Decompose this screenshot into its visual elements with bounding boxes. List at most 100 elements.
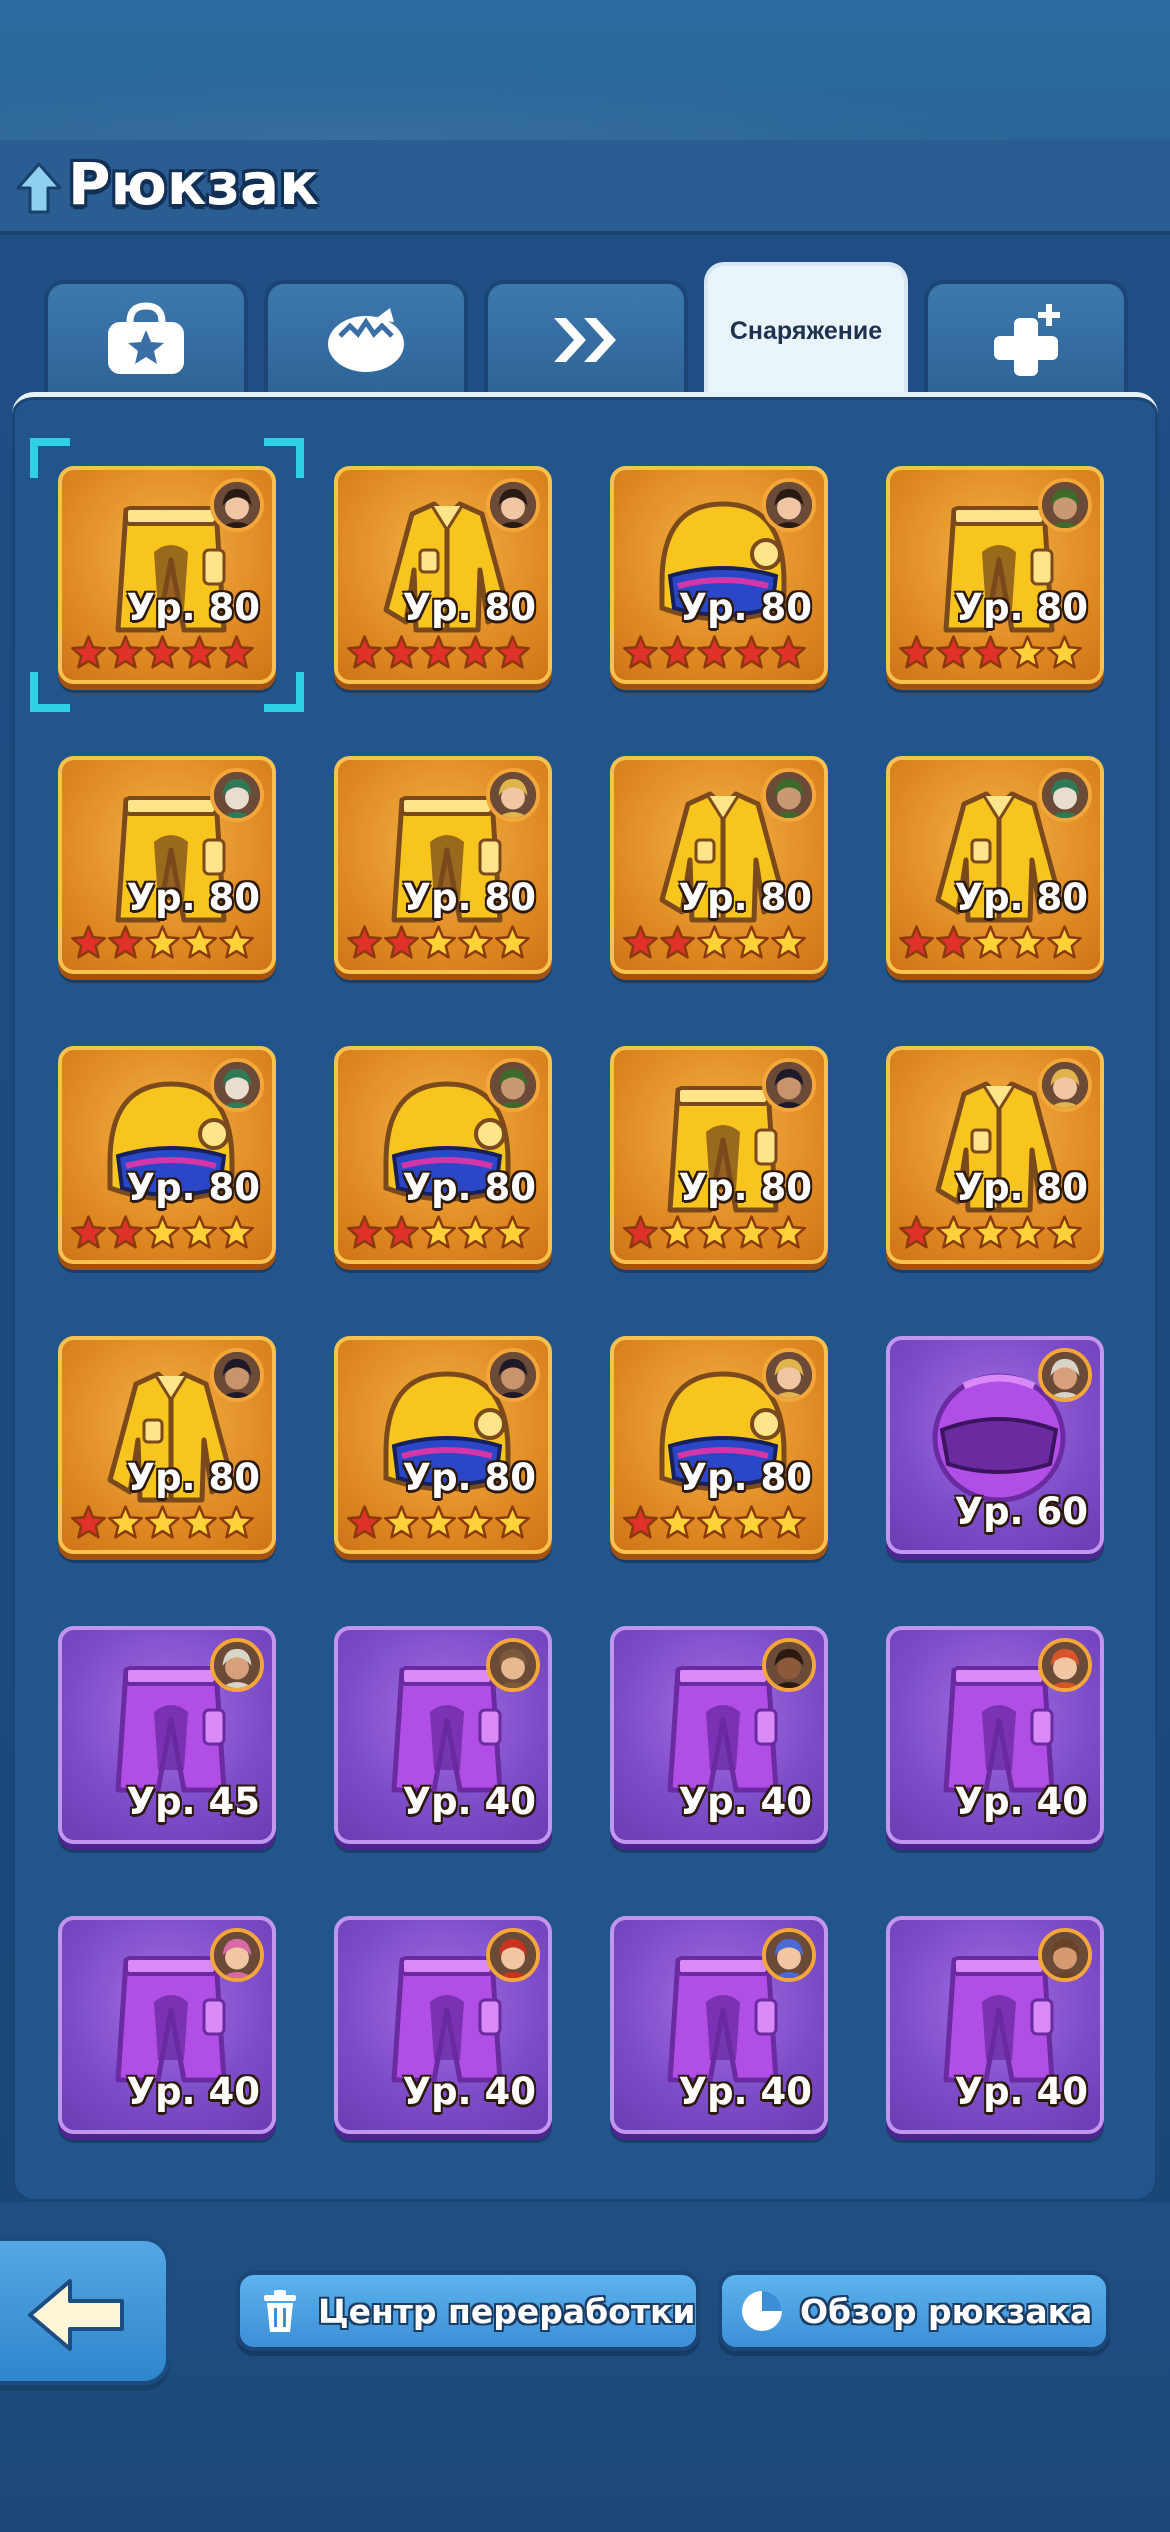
item-level: Ур. 80: [954, 876, 1088, 919]
item-level: Ур. 80: [678, 1456, 812, 1499]
item-card[interactable]: Ур. 40: [334, 1626, 552, 1844]
item-level: Ур. 80: [126, 876, 260, 919]
item-card[interactable]: Ур. 80: [610, 1046, 828, 1264]
item-card[interactable]: Ур. 80: [58, 756, 276, 974]
hero-avatar-icon: [1038, 478, 1092, 532]
red-star-icon: [899, 1215, 934, 1249]
gold-star-icon: [1047, 635, 1082, 669]
item-card[interactable]: Ур. 40: [886, 1626, 1104, 1844]
gold-star-icon: [421, 925, 456, 959]
star-rating: [346, 924, 531, 962]
red-star-icon: [108, 925, 143, 959]
gold-star-icon: [697, 925, 732, 959]
red-star-icon: [734, 635, 769, 669]
item-level: Ур. 80: [126, 1166, 260, 1209]
item-card[interactable]: Ур. 80: [610, 466, 828, 684]
item-card[interactable]: Ур. 80: [334, 756, 552, 974]
tab-eggs[interactable]: [264, 280, 468, 395]
item-card[interactable]: Ур. 80: [334, 1046, 552, 1264]
star-rating: [346, 634, 531, 672]
item-card[interactable]: Ур. 80: [58, 466, 276, 684]
hero-avatar-icon: [210, 1058, 264, 1112]
gold-star-icon: [771, 1505, 806, 1539]
item-card[interactable]: Ур. 80: [610, 756, 828, 974]
recycle-center-button[interactable]: Центр переработки: [236, 2271, 700, 2351]
red-star-icon: [347, 1505, 382, 1539]
red-star-icon: [108, 635, 143, 669]
gold-star-icon: [1010, 1215, 1045, 1249]
item-card[interactable]: Ур. 80: [58, 1046, 276, 1264]
gold-star-icon: [219, 1505, 254, 1539]
star-rating: [70, 1214, 255, 1252]
item-card[interactable]: Ур. 80: [58, 1336, 276, 1554]
gold-star-icon: [219, 925, 254, 959]
gold-star-icon: [495, 1215, 530, 1249]
item-level: Ур. 80: [126, 586, 260, 629]
backpack-overview-button[interactable]: Обзор рюкзака: [718, 2271, 1110, 2351]
tab-gear[interactable]: Снаряжение: [704, 262, 908, 397]
item-card[interactable]: Ур. 80: [886, 466, 1104, 684]
star-rating: [70, 1504, 255, 1542]
hero-avatar-icon: [762, 1638, 816, 1692]
hero-avatar-icon: [486, 768, 540, 822]
trash-icon: [264, 2290, 296, 2332]
tab-boost[interactable]: [484, 280, 688, 395]
red-star-icon: [145, 635, 180, 669]
item-card[interactable]: Ур. 80: [334, 1336, 552, 1554]
hero-avatar-icon: [486, 1058, 540, 1112]
red-star-icon: [623, 1505, 658, 1539]
red-star-icon: [495, 635, 530, 669]
hero-avatar-icon: [486, 1638, 540, 1692]
tab-extra[interactable]: [924, 280, 1128, 395]
star-rating: [346, 1214, 531, 1252]
hero-avatar-icon: [210, 768, 264, 822]
red-star-icon: [108, 1215, 143, 1249]
red-star-icon: [660, 635, 695, 669]
red-star-icon: [347, 1215, 382, 1249]
gold-star-icon: [734, 925, 769, 959]
red-star-icon: [384, 635, 419, 669]
red-star-icon: [384, 1215, 419, 1249]
recycle-center-label: Центр переработки: [318, 2291, 696, 2331]
item-card[interactable]: Ур. 80: [610, 1336, 828, 1554]
item-card[interactable]: Ур. 45: [58, 1626, 276, 1844]
red-star-icon: [347, 925, 382, 959]
gold-star-icon: [145, 925, 180, 959]
gold-star-icon: [973, 1215, 1008, 1249]
star-rating: [622, 1214, 807, 1252]
backpack-overview-label: Обзор рюкзака: [800, 2291, 1093, 2331]
gold-star-icon: [458, 925, 493, 959]
gold-star-icon: [182, 1505, 217, 1539]
star-rating: [70, 924, 255, 962]
gold-star-icon: [936, 1215, 971, 1249]
hero-avatar-icon: [486, 478, 540, 532]
tab-bag[interactable]: [44, 280, 248, 395]
red-star-icon: [71, 1215, 106, 1249]
item-card[interactable]: Ур. 60: [886, 1336, 1104, 1554]
item-level: Ур. 40: [678, 1780, 812, 1823]
back-button[interactable]: [0, 2237, 170, 2385]
item-card[interactable]: Ур. 40: [886, 1916, 1104, 2134]
footer-bar: [0, 2202, 1170, 2532]
item-card[interactable]: Ур. 80: [334, 466, 552, 684]
red-star-icon: [936, 635, 971, 669]
item-card[interactable]: Ур. 40: [610, 1626, 828, 1844]
red-star-icon: [421, 635, 456, 669]
item-level: Ур. 40: [126, 2070, 260, 2113]
pie-chart-icon: [742, 2291, 782, 2331]
item-card[interactable]: Ур. 80: [886, 756, 1104, 974]
star-rating: [898, 924, 1083, 962]
item-card[interactable]: Ур. 40: [334, 1916, 552, 2134]
item-level: Ур. 80: [954, 586, 1088, 629]
item-level: Ур. 80: [678, 876, 812, 919]
red-star-icon: [458, 635, 493, 669]
item-card[interactable]: Ур. 80: [886, 1046, 1104, 1264]
item-card[interactable]: Ур. 40: [58, 1916, 276, 2134]
gold-star-icon: [660, 1505, 695, 1539]
star-rating: [622, 1504, 807, 1542]
item-level: Ур. 40: [402, 2070, 536, 2113]
item-level: Ур. 80: [402, 1166, 536, 1209]
item-card[interactable]: Ур. 40: [610, 1916, 828, 2134]
hero-avatar-icon: [210, 1928, 264, 1982]
item-level: Ур. 80: [678, 1166, 812, 1209]
